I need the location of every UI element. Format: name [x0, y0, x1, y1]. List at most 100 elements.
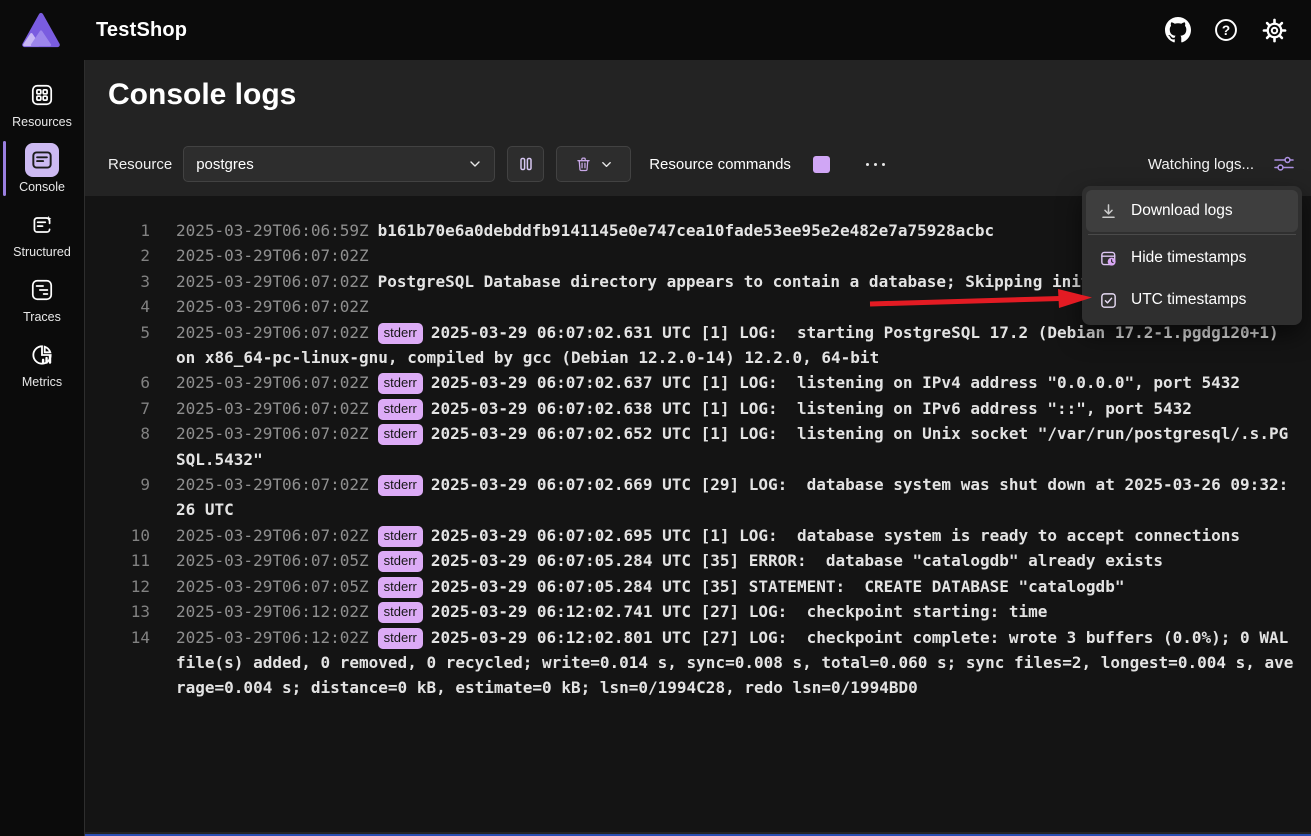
settings-button[interactable]	[1259, 15, 1289, 45]
log-line: 142025-03-29T06:12:02Zstderr2025-03-29 0…	[176, 625, 1311, 701]
menu-item-utc-timestamps[interactable]: UTC timestamps	[1086, 279, 1298, 321]
log-line-number: 11	[108, 548, 150, 573]
help-button[interactable]: ?	[1211, 15, 1241, 45]
log-line-number: 13	[108, 599, 150, 624]
stop-command-button[interactable]	[813, 156, 830, 173]
log-timestamp: 2025-03-29T06:06:59Z	[176, 221, 369, 240]
checked-checkbox-icon	[1099, 291, 1118, 310]
ellipsis-icon	[866, 163, 869, 166]
log-timestamp: 2025-03-29T06:07:02Z	[176, 373, 369, 392]
log-line: 112025-03-29T06:07:05Zstderr2025-03-29 0…	[176, 548, 1311, 573]
clear-logs-split-button[interactable]	[556, 146, 631, 182]
resource-commands-label: Resource commands	[649, 156, 791, 173]
chevron-down-icon	[468, 157, 482, 171]
sidebar-item-label: Resources	[12, 115, 72, 129]
github-button[interactable]	[1163, 15, 1193, 45]
more-commands-button[interactable]	[860, 157, 891, 172]
page-title: Console logs	[108, 78, 296, 112]
sidebar-item-resources[interactable]: Resources	[0, 72, 85, 137]
metrics-icon	[25, 338, 59, 372]
sidebar-item-console[interactable]: Console	[0, 137, 85, 202]
log-line-number: 12	[108, 574, 150, 599]
github-icon	[1165, 17, 1191, 43]
log-settings-button[interactable]	[1272, 153, 1296, 175]
app-title: TestShop	[96, 19, 187, 42]
menu-item-download-logs[interactable]: Download logs	[1086, 190, 1298, 232]
sidebar-item-metrics[interactable]: Metrics	[0, 332, 85, 397]
sidebar-item-label: Metrics	[22, 375, 62, 389]
stderr-badge: stderr	[378, 424, 423, 445]
stderr-badge: stderr	[378, 323, 423, 344]
hide-timestamps-icon	[1099, 249, 1118, 268]
sidebar-item-label: Traces	[23, 310, 61, 324]
log-line-number: 14	[108, 625, 150, 650]
log-timestamp: 2025-03-29T06:07:02Z	[176, 297, 369, 316]
structured-icon	[25, 208, 59, 242]
help-icon: ?	[1213, 17, 1239, 43]
log-line-number: 3	[108, 269, 150, 294]
log-message: 2025-03-29 06:07:02.695 UTC [1] LOG: dat…	[431, 526, 1240, 545]
stderr-badge: stderr	[378, 577, 423, 598]
sidebar-item-traces[interactable]: Traces	[0, 267, 85, 332]
log-line-number: 5	[108, 320, 150, 345]
menu-item-hide-timestamps[interactable]: Hide timestamps	[1086, 237, 1298, 279]
console-icon	[25, 143, 59, 177]
log-timestamp: 2025-03-29T06:07:05Z	[176, 577, 369, 596]
log-message: 2025-03-29 06:12:02.741 UTC [27] LOG: ch…	[431, 602, 1048, 621]
menu-item-label: Hide timestamps	[1131, 249, 1246, 267]
traces-icon	[25, 273, 59, 307]
log-line-number: 6	[108, 370, 150, 395]
log-message: 2025-03-29 06:07:05.284 UTC [35] ERROR: …	[431, 551, 1163, 570]
download-icon	[1099, 202, 1118, 221]
trash-icon	[575, 156, 592, 173]
pause-icon	[518, 156, 534, 172]
log-line-number: 9	[108, 472, 150, 497]
log-line-number: 2	[108, 243, 150, 268]
log-line-number: 1	[108, 218, 150, 243]
stderr-badge: stderr	[378, 373, 423, 394]
console-logs-page: Console logs Resource postgres	[85, 60, 1311, 836]
log-line: 102025-03-29T06:07:02Zstderr2025-03-29 0…	[176, 523, 1311, 548]
stderr-badge: stderr	[378, 399, 423, 420]
log-timestamp: 2025-03-29T06:07:02Z	[176, 323, 369, 342]
sidebar-item-label: Structured	[13, 245, 71, 259]
log-line: 122025-03-29T06:07:05Zstderr2025-03-29 0…	[176, 574, 1311, 599]
log-line-number: 8	[108, 421, 150, 446]
console-toolbar: Resource postgres	[108, 146, 1296, 182]
log-line: 62025-03-29T06:07:02Zstderr2025-03-29 06…	[176, 370, 1311, 395]
stderr-badge: stderr	[378, 551, 423, 572]
svg-text:?: ?	[1222, 23, 1230, 38]
resource-select[interactable]: postgres	[183, 146, 495, 182]
log-timestamp: 2025-03-29T06:12:02Z	[176, 628, 369, 647]
menu-divider	[1088, 234, 1296, 235]
log-timestamp: 2025-03-29T06:07:02Z	[176, 399, 369, 418]
log-timestamp: 2025-03-29T06:12:02Z	[176, 602, 369, 621]
log-timestamp: 2025-03-29T06:07:02Z	[176, 246, 369, 265]
chevron-down-icon	[600, 158, 613, 171]
settings-gear-icon	[1261, 17, 1288, 44]
log-line: 72025-03-29T06:07:02Zstderr2025-03-29 06…	[176, 396, 1311, 421]
log-timestamp: 2025-03-29T06:07:05Z	[176, 551, 369, 570]
watching-logs-status: Watching logs...	[1148, 156, 1254, 173]
log-message: 2025-03-29 06:07:05.284 UTC [35] STATEME…	[431, 577, 1125, 596]
log-message: 2025-03-29 06:07:02.638 UTC [1] LOG: lis…	[431, 399, 1192, 418]
log-message: b161b70e6a0debddfb9141145e0e747cea10fade…	[378, 221, 995, 240]
log-line-number: 10	[108, 523, 150, 548]
pause-logs-button[interactable]	[507, 146, 544, 182]
log-timestamp: 2025-03-29T06:07:02Z	[176, 475, 369, 494]
log-message: 2025-03-29 06:07:02.637 UTC [1] LOG: lis…	[431, 373, 1240, 392]
log-line: 132025-03-29T06:12:02Zstderr2025-03-29 0…	[176, 599, 1311, 624]
log-line-number: 7	[108, 396, 150, 421]
sidebar-item-structured[interactable]: Structured	[0, 202, 85, 267]
menu-item-label: Download logs	[1131, 202, 1233, 220]
stderr-badge: stderr	[378, 628, 423, 649]
top-header: TestShop ?	[0, 0, 1311, 60]
log-timestamp: 2025-03-29T06:07:02Z	[176, 272, 369, 291]
resource-label: Resource	[108, 156, 172, 173]
stderr-badge: stderr	[378, 602, 423, 623]
log-settings-icon	[1272, 153, 1296, 175]
log-line: 52025-03-29T06:07:02Zstderr2025-03-29 06…	[176, 320, 1311, 371]
log-timestamp: 2025-03-29T06:07:02Z	[176, 526, 369, 545]
log-line-number: 4	[108, 294, 150, 319]
log-timestamp: 2025-03-29T06:07:02Z	[176, 424, 369, 443]
